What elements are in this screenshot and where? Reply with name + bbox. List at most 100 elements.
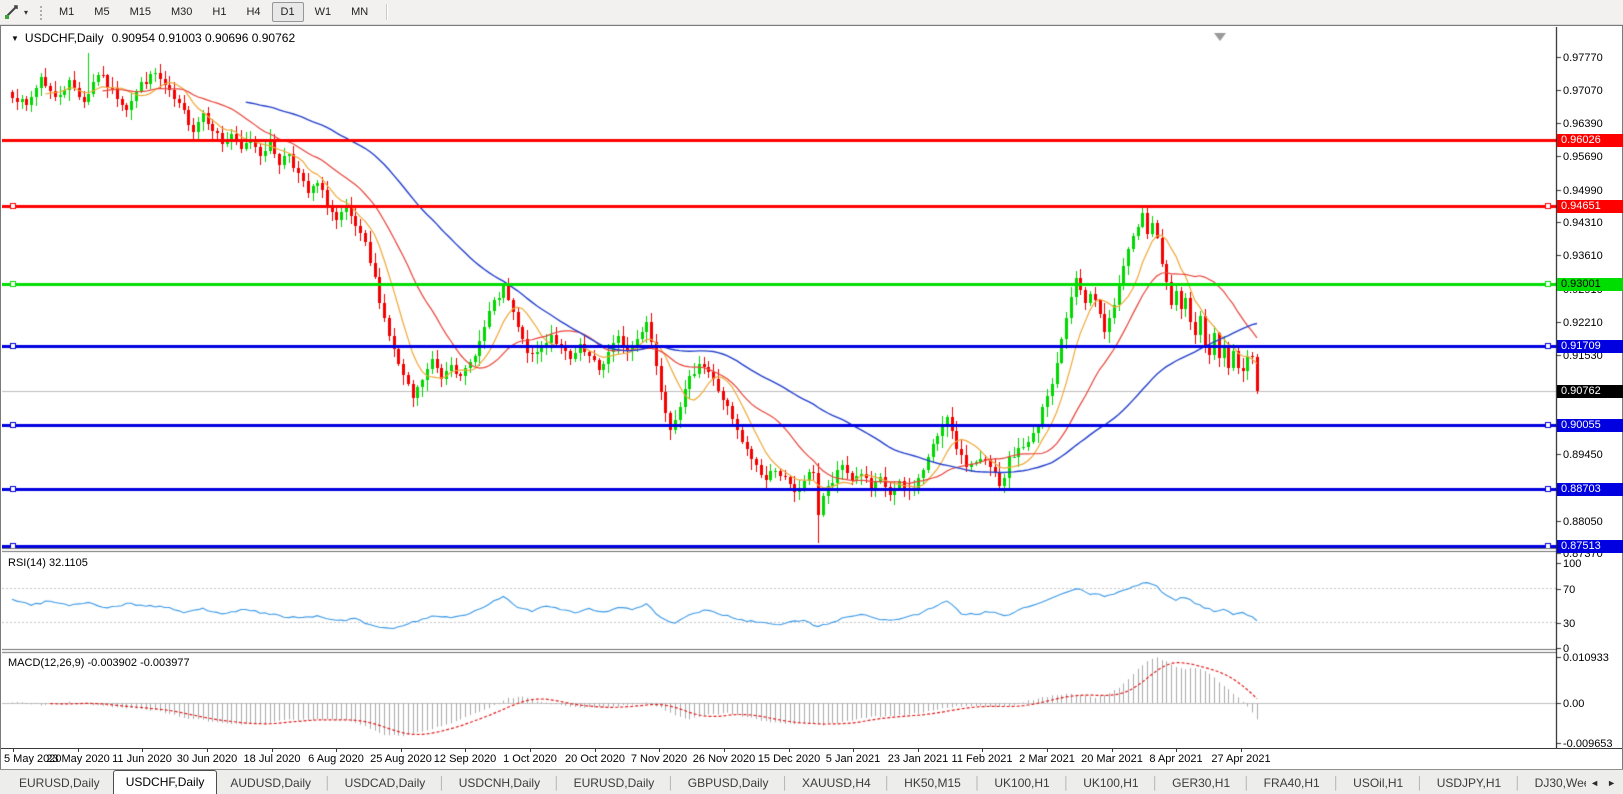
date-tick	[982, 749, 983, 752]
timeframe-button-m30[interactable]: M30	[162, 2, 201, 22]
chart-tab-eurusd-daily[interactable]: EURUSD,Daily	[561, 772, 668, 794]
price-tick-label: 0.94310	[1563, 217, 1603, 229]
price-tick-label: 0.89450	[1563, 448, 1603, 461]
tab-separator: │	[1062, 776, 1071, 790]
hline-price-label: 0.91709	[1557, 340, 1623, 354]
tab-scroll-right-icon[interactable]: ►	[1603, 775, 1620, 791]
chart-title: ▼ USDCHF,Daily 0.90954 0.91003 0.90696 0.9…	[11, 31, 295, 45]
date-label: 18 Jul 2020	[243, 753, 301, 765]
date-label: 15 Dec 2020	[757, 753, 821, 765]
chart-tab-uk100-h1[interactable]: UK100,H1	[981, 772, 1062, 794]
chart-tab-usdjpy-h1[interactable]: USDJPY,H1	[1424, 772, 1514, 794]
date-tick	[336, 749, 337, 752]
chart-tab-usdcnh-daily[interactable]: USDCNH,Daily	[446, 772, 553, 794]
timeframe-button-m15[interactable]: M15	[121, 2, 160, 22]
chart-tab-usoil-h1[interactable]: USOil,H1	[1340, 772, 1416, 794]
tab-separator: │	[1416, 776, 1424, 790]
date-label: 11 Feb 2021	[951, 753, 1013, 765]
macd-label: MACD(12,26,9) -0.003902 -0.003977	[8, 657, 190, 669]
date-label: 27 Apr 2021	[1211, 753, 1271, 765]
date-tick	[78, 749, 79, 752]
chart-tab-fra40-h1[interactable]: FRA40,H1	[1251, 772, 1333, 794]
tab-scroll-left-icon[interactable]: ◄	[1586, 775, 1603, 791]
chart-tab-dj30-weekly[interactable]: DJ30,Weekly	[1522, 772, 1586, 794]
tab-separator: │	[883, 776, 892, 790]
macd-tick-label: 0.00	[1563, 698, 1585, 710]
date-tick	[918, 749, 919, 752]
chart-window: ▼ USDCHF,Daily 0.90954 0.91003 0.90696 0.9…	[0, 25, 1623, 769]
tab-separator: │	[324, 776, 332, 790]
date-tick	[207, 749, 208, 752]
chart-tab-audusd-daily[interactable]: AUDUSD,Daily	[217, 772, 324, 794]
chart-tab-ger30-h1[interactable]: GER30,H1	[1159, 772, 1243, 794]
hline-price-label: 0.90055	[1557, 418, 1623, 432]
date-tick	[465, 749, 466, 752]
tab-separator: │	[1151, 776, 1160, 790]
toolbar-grip[interactable]	[38, 4, 44, 20]
date-tick	[724, 749, 725, 752]
hline-price-label: 0.88703	[1557, 483, 1623, 497]
timeframe-button-mn[interactable]: MN	[342, 2, 377, 22]
date-tick	[1176, 749, 1177, 752]
price-tick-label: 0.88050	[1563, 515, 1603, 528]
date-label: 1 Oct 2020	[503, 753, 557, 765]
date-label: 5 Jan 2021	[825, 753, 881, 765]
timeframe-toolbar: ▾ M1 M5 M15 M30 H1 H4 D1 W1 MN	[0, 0, 1623, 25]
date-tick	[13, 749, 14, 752]
chart-tab-hk50-m15[interactable]: HK50,M15	[891, 772, 974, 794]
chart-tool-icon[interactable]	[2, 3, 22, 21]
tab-separator: │	[1514, 776, 1522, 790]
chart-tab-uk100-h1[interactable]: UK100,H1	[1070, 772, 1151, 794]
date-label: 2 Mar 2021	[1019, 753, 1075, 765]
tab-separator: │	[1243, 776, 1251, 790]
date-tick	[659, 749, 660, 752]
timeframe-button-m5[interactable]: M5	[85, 2, 118, 22]
date-label: 30 Jun 2020	[176, 753, 238, 765]
tab-separator: │	[438, 776, 446, 790]
rsi-tick-label: 30	[1563, 617, 1576, 630]
price-chart-canvas[interactable]	[2, 27, 1621, 748]
date-tick	[1047, 749, 1048, 752]
hline-price-label: 0.96026	[1557, 134, 1623, 148]
rsi-tick-label: 100	[1563, 558, 1582, 570]
date-tick	[789, 749, 790, 752]
hline-price-label: 0.93001	[1557, 278, 1623, 292]
timeframe-button-h1[interactable]: H1	[203, 2, 235, 22]
date-tick	[530, 749, 531, 752]
current-price-label: 0.90762	[1557, 385, 1623, 399]
price-tick-label: 0.93610	[1563, 250, 1603, 263]
tab-list: EURUSD,Daily USDCHF,Daily AUDUSD,Daily │ USD…	[0, 770, 1586, 794]
chart-tab-usdcad-daily[interactable]: USDCAD,Daily	[332, 772, 439, 794]
date-label: 8 Apr 2021	[1149, 753, 1203, 765]
macd-name: MACD(12,26,9)	[8, 657, 85, 669]
date-axis[interactable]: 5 May 2020 23 May 2020 11 Jun 2020 30 Jun 2…	[1, 748, 1622, 769]
rsi-tick-label: 70	[1563, 583, 1576, 596]
timeframe-button-d1[interactable]: D1	[271, 2, 304, 22]
tab-separator: │	[553, 776, 561, 790]
timeframe-button-h4[interactable]: H4	[237, 2, 269, 22]
timeframe-button-w1[interactable]: W1	[306, 2, 341, 22]
chart-tab-usdchf-daily[interactable]: USDCHF,Daily	[112, 770, 218, 794]
chart-tab-gbpusd-daily[interactable]: GBPUSD,Daily	[675, 772, 782, 794]
chart-tab-xauusd-h4[interactable]: XAUUSD,H4	[789, 772, 884, 794]
chart-tab-eurusd-daily[interactable]: EURUSD,Daily	[6, 772, 113, 794]
macd-tick-label: 0.010933	[1563, 652, 1609, 665]
date-tick	[1112, 749, 1113, 752]
timeframe-button-m1[interactable]: M1	[50, 2, 83, 22]
macd-values: -0.003902 -0.003977	[87, 657, 190, 669]
date-label: 23 May 2020	[46, 753, 110, 765]
date-label: 26 Nov 2020	[692, 753, 756, 765]
tab-separator: │	[781, 776, 789, 790]
rsi-label: RSI(14) 32.1105	[8, 557, 88, 569]
dropdown-caret-icon[interactable]: ▾	[24, 8, 28, 17]
date-tick	[853, 749, 854, 752]
hline-price-label: 0.94651	[1557, 199, 1623, 213]
ohlc-values: 0.90954 0.91003 0.90696 0.90762	[111, 31, 296, 45]
date-label: 20 Oct 2020	[565, 753, 625, 765]
window-menu-caret-icon[interactable]: ▼	[11, 34, 19, 43]
date-label: 25 Aug 2020	[370, 753, 432, 765]
date-tick	[142, 749, 143, 752]
price-tick-label: 0.97770	[1563, 52, 1603, 64]
rsi-name: RSI(14)	[8, 557, 46, 569]
symbol-timeframe-label: USDCHF,Daily	[24, 31, 104, 45]
